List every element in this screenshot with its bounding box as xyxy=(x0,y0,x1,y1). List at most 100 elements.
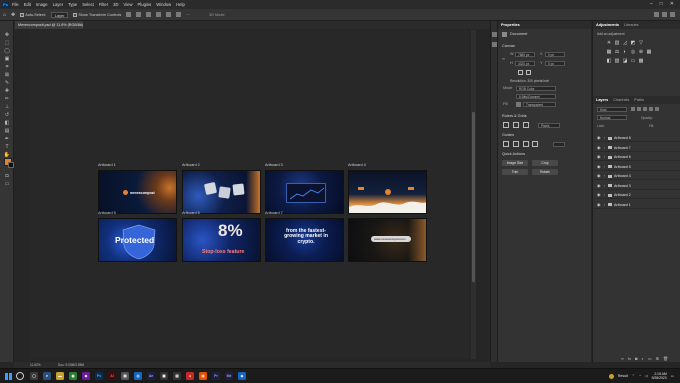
menu-window[interactable]: Window xyxy=(156,0,171,9)
chevron-up-icon[interactable]: ⌃ xyxy=(632,374,635,378)
premiere-taskbar-icon[interactable]: Pr xyxy=(212,372,220,380)
new-layer-icon[interactable]: ⊞ xyxy=(656,356,659,361)
chevron-right-icon[interactable]: › xyxy=(604,134,605,142)
trash-icon[interactable]: 🗑 xyxy=(663,356,668,361)
adjustment-layer-icon[interactable]: ◐ xyxy=(641,356,643,361)
layer-row[interactable]: ◉ › Artboard 5 xyxy=(594,163,680,171)
clock[interactable]: 2:15 AM 9/28/2023 xyxy=(652,372,667,380)
gradient-tool-icon[interactable]: ▤ xyxy=(3,128,11,134)
new-group-icon[interactable]: ▭ xyxy=(648,356,652,361)
menu-help[interactable]: Help xyxy=(176,0,185,9)
stamp-tool-icon[interactable]: ⊥ xyxy=(3,104,11,110)
transform-option[interactable]: Show Transform Controls xyxy=(73,12,121,17)
artboard-6-label[interactable]: Artboard 6 xyxy=(182,211,200,215)
lasso-tool-icon[interactable]: ◯ xyxy=(3,48,11,54)
align-center-icon[interactable] xyxy=(136,12,142,17)
windows-start-icon[interactable] xyxy=(5,372,12,380)
guides-layout-icon[interactable] xyxy=(523,141,529,147)
guide-color-dropdown[interactable] xyxy=(553,142,565,147)
chevron-right-icon[interactable]: › xyxy=(604,163,605,171)
search-icon[interactable] xyxy=(654,12,659,17)
width-field[interactable]: 7680 px xyxy=(515,52,535,57)
rulers-section-title[interactable]: Rulers & Grids xyxy=(502,114,527,118)
pixel-grid-icon[interactable] xyxy=(523,122,529,128)
color-balance-icon[interactable]: ⚖ xyxy=(614,49,620,55)
layer-row[interactable]: ◉ › Artboard 6 xyxy=(594,153,680,161)
trim-button[interactable]: Trim xyxy=(502,169,528,175)
guides-add-icon[interactable] xyxy=(532,141,538,147)
pen-tool-icon[interactable]: ✒ xyxy=(3,136,11,142)
height-field[interactable]: 4320 px xyxy=(515,61,535,66)
task-view-icon[interactable]: ▢ xyxy=(30,372,38,380)
photo-filter-icon[interactable]: ◎ xyxy=(630,49,636,55)
layer-row[interactable]: ◉ › Artboard 1 xyxy=(594,201,680,209)
filter-type-icon[interactable] xyxy=(643,107,647,111)
gradient-map-icon[interactable]: ▭ xyxy=(630,58,636,64)
auto-select-dropdown[interactable]: Layer xyxy=(50,11,69,18)
guides-section-title[interactable]: Guides xyxy=(502,133,514,137)
file-explorer-icon[interactable]: ▬ xyxy=(56,372,64,380)
ruler-units-dropdown[interactable]: Pixels xyxy=(538,123,560,128)
quick-mask-icon[interactable]: ◘ xyxy=(3,173,11,179)
tab-adjustments[interactable]: Adjustments xyxy=(596,23,619,27)
add-mask-icon[interactable]: ◙ xyxy=(635,356,637,361)
artboard-3-label[interactable]: Artboard 3 xyxy=(265,163,283,167)
artboard-7-label[interactable]: Artboard 7 xyxy=(265,211,283,215)
chrome-icon[interactable]: ◉ xyxy=(69,372,77,380)
filter-adjust-icon[interactable] xyxy=(637,107,641,111)
filter-pixel-icon[interactable] xyxy=(631,107,635,111)
chevron-right-icon[interactable]: › xyxy=(604,191,605,199)
photoshop-taskbar-icon[interactable]: Ps xyxy=(95,372,103,380)
menu-layer[interactable]: Layer xyxy=(53,0,63,9)
guides-visibility-icon[interactable] xyxy=(503,141,509,147)
eyedropper-tool-icon[interactable]: ✎ xyxy=(3,80,11,86)
auto-select-option[interactable]: Auto-Select: xyxy=(20,12,46,17)
menu-image[interactable]: Image xyxy=(36,0,48,9)
grid-icon[interactable] xyxy=(513,122,519,128)
visibility-eye-icon[interactable]: ◉ xyxy=(597,182,601,190)
layer-row[interactable]: ◉ › Artboard 2 xyxy=(594,191,680,199)
artboard-7[interactable]: from the fastest-growing market in crypt… xyxy=(265,218,344,262)
auto-select-checkbox[interactable] xyxy=(20,12,25,17)
weather-icon[interactable] xyxy=(608,373,614,379)
layer-filter-kind[interactable]: Kind xyxy=(597,107,627,112)
filter-smart-icon[interactable] xyxy=(655,107,659,111)
artboard-2[interactable] xyxy=(182,170,261,214)
artboard-6[interactable]: 8% Stop-loss feature xyxy=(182,218,261,262)
transform-checkbox[interactable] xyxy=(73,12,78,17)
link-layers-icon[interactable]: ∞ xyxy=(621,356,624,361)
minimize-icon[interactable]: – xyxy=(650,0,653,9)
brightness-icon[interactable]: ☀ xyxy=(606,40,612,46)
exposure-icon[interactable]: ◩ xyxy=(630,40,636,46)
maximize-icon[interactable]: □ xyxy=(660,0,663,9)
threshold-icon[interactable]: ◪ xyxy=(622,58,628,64)
document-tab[interactable]: Mexexcomposit.psd @ 11.6% (RGB/8#) xyxy=(15,21,83,29)
visibility-eye-icon[interactable]: ◉ xyxy=(597,163,601,171)
ruler-icon[interactable] xyxy=(503,122,509,128)
mode-dropdown[interactable]: RGB Color xyxy=(516,86,556,91)
menu-plugins[interactable]: Plugins xyxy=(138,0,152,9)
speaker-icon[interactable]: ◁ xyxy=(645,374,648,378)
app-icon[interactable]: ● xyxy=(186,372,194,380)
artboard-1-label[interactable]: Artboard 1 xyxy=(98,163,116,167)
after-effects-taskbar-icon[interactable]: Ae xyxy=(147,372,155,380)
artboard-1[interactable]: mexexcompost xyxy=(98,170,177,214)
artboard-4[interactable] xyxy=(348,170,427,214)
history-brush-tool-icon[interactable]: ↺ xyxy=(3,112,11,118)
canvas-area[interactable]: Artboard 1 Artboard 2 Artboard 3 Artboar… xyxy=(29,30,469,359)
close-icon[interactable]: ✕ xyxy=(670,0,674,9)
distribute-icon[interactable] xyxy=(176,12,182,17)
chevron-right-icon[interactable]: › xyxy=(604,172,605,180)
layer-row[interactable]: ◉ › Artboard 7 xyxy=(594,144,680,152)
align-left-icon[interactable] xyxy=(126,12,132,17)
visibility-eye-icon[interactable]: ◉ xyxy=(597,201,601,209)
fill-dropdown[interactable]: Transparent xyxy=(523,102,556,107)
healing-brush-tool-icon[interactable]: ✚ xyxy=(3,88,11,94)
app-icon[interactable]: ▤ xyxy=(121,372,129,380)
chevron-right-icon[interactable]: › xyxy=(604,182,605,190)
visibility-eye-icon[interactable]: ◉ xyxy=(597,153,601,161)
landscape-orientation-icon[interactable] xyxy=(526,70,531,75)
canvas-section-title[interactable]: Canvas xyxy=(502,44,515,48)
type-tool-icon[interactable]: T xyxy=(3,144,11,150)
fill-swatch[interactable] xyxy=(516,102,521,107)
